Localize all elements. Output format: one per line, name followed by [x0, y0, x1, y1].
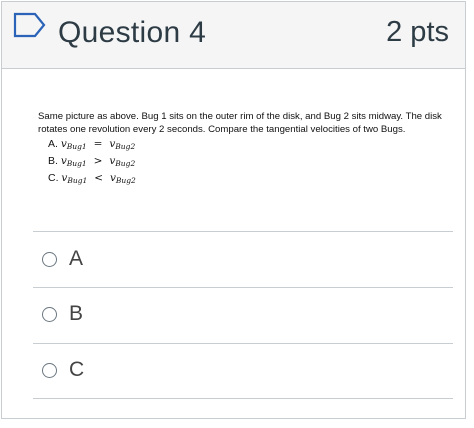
text-choice-c: C. vBug1 < vBug2 — [48, 172, 136, 185]
answers-divider-bottom — [33, 398, 453, 399]
text-choice-b: B. vBug1 > vBug2 — [48, 155, 136, 168]
answer-label-a: A — [69, 247, 84, 270]
answer-label-c: C — [69, 358, 85, 381]
question-title: Question 4 — [58, 16, 207, 49]
radio-button-a[interactable] — [42, 251, 57, 267]
answer-option-c[interactable]: C — [42, 355, 84, 385]
question-points: 2 pts — [386, 16, 449, 48]
answer-label-b: B — [69, 302, 84, 325]
answers-divider-2 — [33, 343, 453, 344]
bookmark-flag-icon[interactable] — [13, 12, 47, 38]
answer-option-b[interactable]: B — [42, 299, 83, 329]
answers-divider-1 — [33, 287, 453, 288]
answer-option-a[interactable]: A — [42, 244, 83, 274]
text-choice-a: A. vBug1 = vBug2 — [48, 138, 136, 151]
question-header: Question 4 2 pts — [2, 2, 465, 69]
radio-button-b[interactable] — [42, 306, 57, 322]
answers-divider-top — [33, 231, 453, 232]
question-card: Question 4 2 pts Same picture as above. … — [1, 1, 466, 419]
radio-button-c[interactable] — [42, 362, 57, 378]
question-text: Same picture as above. Bug 1 sits on the… — [38, 111, 442, 135]
